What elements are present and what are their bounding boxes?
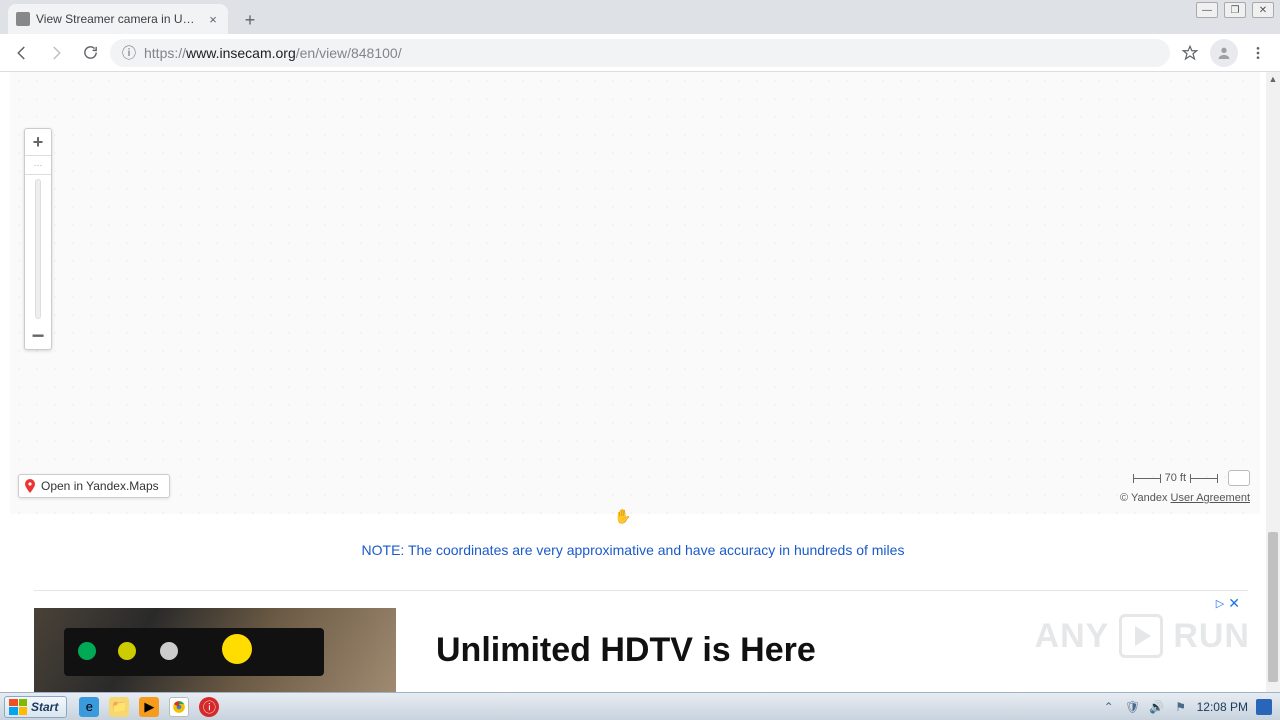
ad-banner[interactable]: ▷ ✕ Unlimited HDTV is Here bbox=[34, 590, 1248, 700]
reload-button[interactable] bbox=[76, 39, 104, 67]
taskbar-ie-icon[interactable]: e bbox=[79, 697, 99, 717]
coordinates-note: NOTE: The coordinates are very approxima… bbox=[0, 542, 1266, 558]
map-scale-label: 70 ft bbox=[1165, 472, 1186, 484]
person-icon bbox=[1216, 45, 1232, 61]
profile-avatar-button[interactable] bbox=[1210, 39, 1238, 67]
map-zoom-handle[interactable]: ⋯ bbox=[25, 155, 51, 175]
user-agreement-link[interactable]: User Agreement bbox=[1171, 492, 1250, 504]
tray-security-icon[interactable]: 🛡 bbox=[1125, 699, 1141, 715]
tray-expand-icon[interactable]: ⌃ bbox=[1101, 699, 1117, 715]
tab-title: View Streamer camera in United Sta bbox=[36, 12, 200, 26]
map-credit-prefix: © Yandex bbox=[1120, 492, 1171, 504]
tray-flag-icon[interactable]: ⚑ bbox=[1173, 699, 1189, 715]
grab-cursor-icon: ✋ bbox=[614, 508, 631, 525]
vertical-scrollbar[interactable]: ▲ ▼ bbox=[1266, 72, 1280, 720]
taskbar-app-icon[interactable]: ⓘ bbox=[199, 697, 219, 717]
scroll-up-button[interactable]: ▲ bbox=[1266, 72, 1280, 86]
window-maximize-button[interactable]: ❐ bbox=[1224, 2, 1246, 18]
taskbar-chrome-icon[interactable] bbox=[169, 697, 189, 717]
kebab-menu-icon bbox=[1250, 45, 1266, 61]
tray-monitor-icon[interactable] bbox=[1256, 699, 1272, 715]
tab-favicon-icon bbox=[16, 12, 30, 26]
windows-taskbar: Start e 📁 ▶ ⓘ ⌃ 🛡 🔊 ⚑ 12:08 PM bbox=[0, 692, 1280, 720]
adchoices-icon[interactable]: ▷ bbox=[1216, 597, 1224, 610]
map-zoom-control: + ⋯ − bbox=[24, 128, 52, 350]
ad-close-button[interactable]: ✕ bbox=[1228, 595, 1240, 612]
back-button[interactable] bbox=[8, 39, 36, 67]
tray-volume-icon[interactable]: 🔊 bbox=[1149, 699, 1165, 715]
map-zoom-out-button[interactable]: − bbox=[25, 323, 51, 349]
ad-image[interactable] bbox=[34, 608, 396, 694]
ad-headline: Unlimited HDTV is Here bbox=[436, 631, 816, 670]
map-scale-bar: 70 ft bbox=[1133, 472, 1218, 484]
tab-close-button[interactable]: × bbox=[206, 12, 220, 26]
open-in-yandex-label: Open in Yandex.Maps bbox=[41, 479, 159, 493]
taskbar-explorer-icon[interactable]: 📁 bbox=[109, 697, 129, 717]
map-pin-icon bbox=[25, 479, 35, 493]
open-in-yandex-maps-link[interactable]: Open in Yandex.Maps bbox=[18, 474, 170, 498]
map-zoom-in-button[interactable]: + bbox=[25, 129, 51, 155]
bookmark-star-button[interactable] bbox=[1176, 39, 1204, 67]
windows-logo-icon bbox=[9, 699, 27, 715]
browser-tab[interactable]: View Streamer camera in United Sta × bbox=[8, 4, 228, 34]
reload-icon bbox=[82, 44, 99, 61]
site-info-icon[interactable]: ⓘ bbox=[122, 43, 136, 63]
star-icon bbox=[1181, 44, 1199, 62]
map-zoom-track[interactable] bbox=[35, 179, 41, 319]
arrow-right-icon bbox=[47, 44, 65, 62]
taskbar-clock[interactable]: 12:08 PM bbox=[1197, 700, 1248, 714]
forward-button[interactable] bbox=[42, 39, 70, 67]
window-close-button[interactable]: ✕ bbox=[1252, 2, 1274, 18]
page-viewport: + ⋯ − Open in Yandex.Maps 70 ft bbox=[0, 72, 1280, 720]
start-label: Start bbox=[31, 700, 58, 714]
start-button[interactable]: Start bbox=[4, 696, 67, 718]
map-ruler-button[interactable] bbox=[1228, 470, 1250, 486]
browser-toolbar: ⓘ https://www.insecam.org/en/view/848100… bbox=[0, 34, 1280, 72]
scrollbar-thumb[interactable] bbox=[1268, 532, 1278, 682]
url-text: https://www.insecam.org/en/view/848100/ bbox=[144, 45, 402, 61]
chrome-menu-button[interactable] bbox=[1244, 39, 1272, 67]
taskbar-media-icon[interactable]: ▶ bbox=[139, 697, 159, 717]
tab-strip: View Streamer camera in United Sta × + bbox=[0, 0, 1280, 34]
map-canvas[interactable]: + ⋯ − Open in Yandex.Maps 70 ft bbox=[10, 72, 1260, 514]
system-tray: ⌃ 🛡 🔊 ⚑ 12:08 PM bbox=[1101, 699, 1276, 715]
address-bar[interactable]: ⓘ https://www.insecam.org/en/view/848100… bbox=[110, 39, 1170, 67]
window-minimize-button[interactable]: — bbox=[1196, 2, 1218, 18]
new-tab-button[interactable]: + bbox=[236, 6, 264, 34]
arrow-left-icon bbox=[13, 44, 31, 62]
map-attribution: 70 ft © Yandex User Agreement bbox=[1120, 470, 1250, 504]
